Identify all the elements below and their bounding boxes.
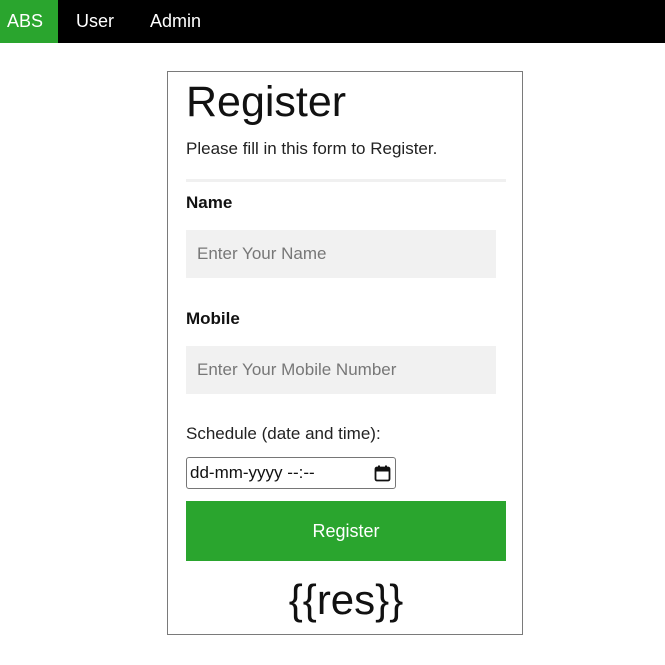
calendar-icon[interactable]	[374, 465, 391, 482]
register-button[interactable]: Register	[186, 501, 506, 561]
result-text: {{res}}	[288, 576, 404, 623]
divider	[186, 179, 506, 182]
mobile-input[interactable]	[186, 346, 496, 394]
name-input[interactable]	[186, 230, 496, 278]
name-label: Name	[186, 193, 233, 212]
schedule-datetime-input[interactable]: dd-mm-yyyy --:--	[186, 457, 396, 489]
nav-item-abs[interactable]: ABS	[0, 0, 58, 43]
top-navbar: ABS User Admin	[0, 0, 665, 43]
schedule-label: Schedule (date and time):	[186, 424, 381, 443]
schedule-value: dd-mm-yyyy --:--	[190, 463, 315, 482]
nav-item-user[interactable]: User	[58, 0, 132, 43]
nav-item-admin[interactable]: Admin	[132, 0, 201, 43]
page-title: Register	[186, 78, 347, 126]
register-form-card: Register Please fill in this form to Reg…	[167, 71, 523, 635]
mobile-label: Mobile	[186, 309, 240, 328]
form-subtitle: Please fill in this form to Register.	[186, 139, 438, 158]
